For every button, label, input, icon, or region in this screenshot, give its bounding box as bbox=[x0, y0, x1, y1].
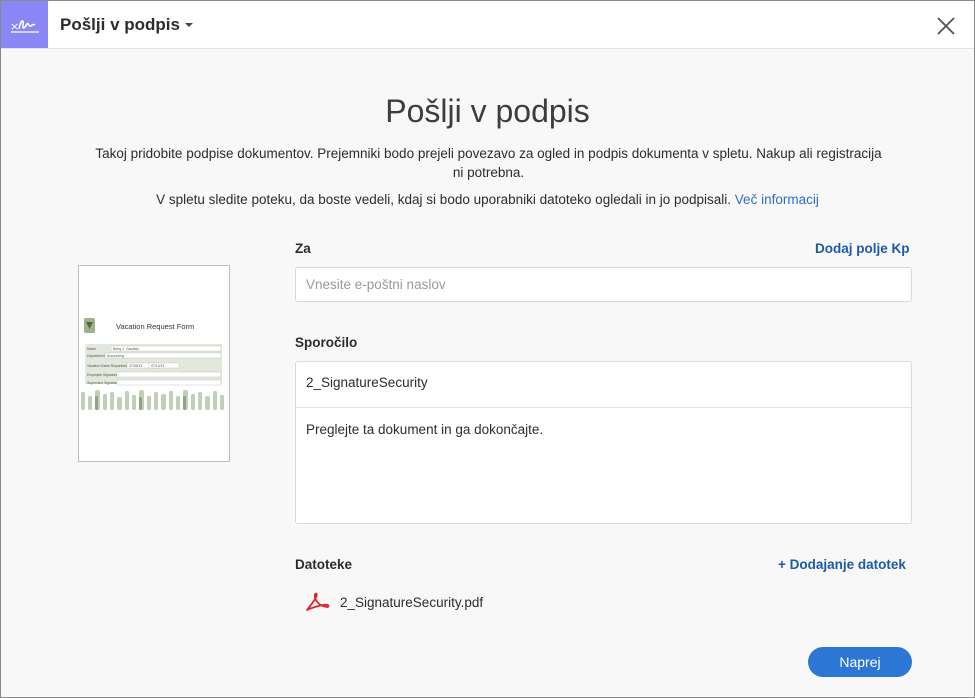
thumbnail-row-value: 07/05/13 bbox=[129, 364, 142, 368]
thumbnail-title: Vacation Request Form bbox=[116, 322, 194, 331]
files-label: Datoteke bbox=[295, 557, 353, 572]
thumbnail-row-value: Betsy J. Garofalo bbox=[113, 347, 139, 351]
add-cc-button[interactable]: Dodaj polje Kp bbox=[815, 241, 910, 256]
document-thumbnail: Vacation Request Form Name Betsy J. Garo… bbox=[78, 265, 230, 462]
file-item: 2_SignatureSecurity.pdf bbox=[304, 591, 483, 613]
file-name[interactable]: 2_SignatureSecurity.pdf bbox=[340, 595, 483, 610]
close-icon[interactable] bbox=[936, 16, 956, 36]
send-for-signature-window: × Pošlji v podpis Pošlji v podpis Takoj … bbox=[0, 0, 975, 698]
tracking-note: V spletu sledite poteku, da boste vedeli… bbox=[1, 192, 974, 207]
thumbnail-row-label: Vacation Dates Requested bbox=[87, 364, 127, 368]
subject-field[interactable]: 2_SignatureSecurity bbox=[296, 362, 911, 408]
thumbnail-row-label: Name bbox=[87, 347, 96, 351]
thumbnail-row-value: 07/12/13 bbox=[151, 364, 164, 368]
message-body-field[interactable]: Preglejte ta dokument in ga dokončajte. bbox=[296, 409, 911, 523]
tracking-text: V spletu sledite poteku, da boste vedeli… bbox=[156, 192, 732, 207]
sign-icon: × bbox=[1, 1, 48, 48]
svg-text:×: × bbox=[10, 20, 19, 33]
top-bar: × Pošlji v podpis bbox=[1, 1, 974, 49]
add-files-button[interactable]: + Dodajanje datotek bbox=[778, 557, 906, 572]
message-label: Sporočilo bbox=[295, 335, 358, 350]
email-field[interactable] bbox=[295, 267, 912, 302]
pdf-icon bbox=[304, 591, 330, 613]
caret-down-icon bbox=[184, 23, 193, 27]
page-title: Pošlji v podpis bbox=[385, 93, 590, 129]
thumbnail-row-label: Department bbox=[87, 354, 105, 358]
thumbnail-row-label: Supervisor Signature bbox=[87, 381, 119, 385]
message-box: 2_SignatureSecurity Preglejte ta dokumen… bbox=[295, 361, 912, 524]
to-label: Za bbox=[295, 241, 311, 256]
thumbnail-row-value: Accounting bbox=[107, 354, 124, 358]
thumbnail-row-label: Employee Signature bbox=[87, 373, 118, 377]
tool-title: Pošlji v podpis bbox=[60, 15, 180, 34]
more-info-link[interactable]: Več informacij bbox=[735, 192, 819, 207]
tool-menu-button[interactable]: Pošlji v podpis bbox=[60, 15, 193, 35]
intro-description: Takoj pridobite podpise dokumentov. Prej… bbox=[95, 146, 882, 180]
next-button[interactable]: Naprej bbox=[808, 647, 912, 677]
